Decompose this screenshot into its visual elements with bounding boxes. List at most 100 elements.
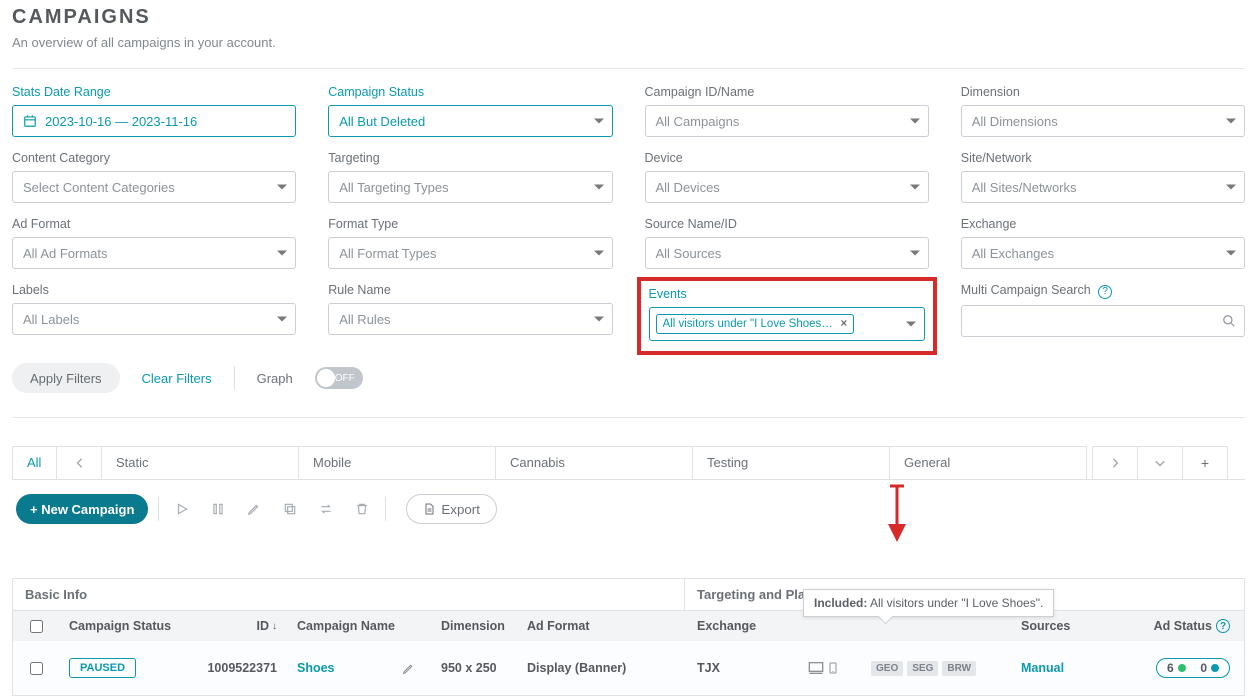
table-row[interactable]: PAUSED 1009522371 Shoes 950 x 250 Displa… — [13, 641, 1244, 695]
device-select[interactable]: All Devices — [645, 171, 929, 203]
filters-grid: Stats Date Range 2023-10-16 — 2023-11-16… — [12, 85, 1245, 345]
source-select[interactable]: All Sources — [645, 237, 929, 269]
divider — [12, 68, 1245, 69]
select-placeholder: All Labels — [23, 312, 79, 327]
filter-format-type: Format Type All Format Types — [328, 217, 612, 269]
new-campaign-button[interactable]: + New Campaign — [16, 494, 148, 524]
caret-down-icon — [594, 185, 604, 190]
format-type-select[interactable]: All Format Types — [328, 237, 612, 269]
select-placeholder: All Rules — [339, 312, 390, 327]
help-icon[interactable]: ? — [1098, 285, 1112, 299]
date-range-value: 2023-10-16 — 2023-11-16 — [45, 114, 197, 129]
events-select[interactable]: All visitors under "I Love Shoes" for RE… — [649, 307, 925, 341]
filter-label: Rule Name — [328, 283, 612, 297]
ad-format-select[interactable]: All Ad Formats — [12, 237, 296, 269]
status-badge: PAUSED — [69, 658, 136, 678]
campaign-id-select[interactable]: All Campaigns — [645, 105, 929, 137]
col-checkbox — [13, 611, 59, 641]
filter-label: Labels — [12, 283, 296, 297]
chip-remove-icon[interactable]: × — [841, 318, 848, 330]
annotation-arrow-icon — [882, 484, 912, 544]
edit-icon[interactable] — [395, 655, 421, 681]
filter-multi-search: Multi Campaign Search ? — [961, 283, 1245, 345]
filter-labels: Labels All Labels — [12, 283, 296, 345]
campaign-status-select[interactable]: All But Deleted — [328, 105, 612, 137]
tooltip-label: Included: — [814, 596, 867, 610]
filter-label: Campaign Status — [328, 85, 612, 99]
tab-all[interactable]: All — [12, 446, 58, 479]
copy-icon[interactable] — [277, 496, 303, 522]
chevron-right-icon — [1110, 458, 1120, 468]
labels-select[interactable]: All Labels — [12, 303, 296, 335]
dot-green-icon — [1178, 664, 1186, 672]
badge-geo: GEO — [871, 661, 903, 676]
content-category-select[interactable]: Select Content Categories — [12, 171, 296, 203]
pause-icon[interactable] — [205, 496, 231, 522]
filter-label: Campaign ID/Name — [645, 85, 929, 99]
row-id-cell: 1009522371 — [193, 653, 287, 683]
tab-mobile[interactable]: Mobile — [298, 446, 496, 479]
col-campaign-name[interactable]: Campaign Name — [287, 611, 431, 641]
search-icon[interactable] — [1222, 314, 1236, 328]
dimension-select[interactable]: All Dimensions — [961, 105, 1245, 137]
clear-filters-link[interactable]: Clear Filters — [142, 371, 212, 386]
rule-name-select[interactable]: All Rules — [328, 303, 612, 335]
date-range-selector[interactable]: 2023-10-16 — 2023-11-16 — [12, 105, 296, 137]
col-dimension[interactable]: Dimension — [431, 611, 517, 641]
col-ad-format[interactable]: Ad Format — [517, 611, 687, 641]
col-exchange[interactable]: Exchange — [687, 611, 797, 641]
adstatus-on-count: 6 — [1167, 661, 1174, 675]
caret-down-icon — [594, 251, 604, 256]
graph-toggle[interactable]: OFF — [315, 367, 363, 389]
tab-scroll-left[interactable] — [56, 446, 102, 479]
row-name-cell: Shoes — [287, 647, 431, 689]
tab-general[interactable]: General — [889, 446, 1087, 479]
exchange-select[interactable]: All Exchanges — [961, 237, 1245, 269]
select-placeholder: All Sites/Networks — [972, 180, 1077, 195]
caret-down-icon — [594, 317, 604, 322]
select-placeholder: All Format Types — [339, 246, 436, 261]
caret-down-icon — [277, 317, 287, 322]
filter-label: Multi Campaign Search ? — [961, 283, 1245, 299]
tab-add[interactable]: + — [1182, 446, 1228, 479]
tab-cannabis[interactable]: Cannabis — [495, 446, 693, 479]
tab-dropdown[interactable] — [1137, 446, 1183, 479]
tab-scroll-right[interactable] — [1092, 446, 1138, 479]
tab-testing[interactable]: Testing — [692, 446, 890, 479]
swap-icon[interactable] — [313, 496, 339, 522]
export-button[interactable]: Export — [406, 494, 497, 524]
row-sources-cell: Manual — [1011, 653, 1135, 683]
row-device-cell — [797, 652, 861, 684]
chevron-left-icon — [75, 458, 85, 468]
filter-source: Source Name/ID All Sources — [645, 217, 929, 269]
select-all-checkbox[interactable] — [30, 620, 43, 633]
select-placeholder: All Campaigns — [656, 114, 740, 129]
caret-down-icon — [1226, 119, 1236, 124]
trash-icon[interactable] — [349, 496, 375, 522]
toggle-knob-icon — [317, 369, 335, 387]
play-icon[interactable] — [169, 496, 195, 522]
filter-targeting: Targeting All Targeting Types — [328, 151, 612, 203]
group-header-basic: Basic Info — [13, 579, 685, 610]
row-checkbox[interactable] — [30, 662, 43, 675]
edit-icon[interactable] — [241, 496, 267, 522]
col-ad-status[interactable]: Ad Status? — [1135, 611, 1244, 641]
filter-campaign-id: Campaign ID/Name All Campaigns — [645, 85, 929, 137]
apply-filters-button[interactable]: Apply Filters — [12, 363, 120, 393]
row-format-cell: Display (Banner) — [517, 653, 687, 683]
toggle-text: OFF — [335, 373, 355, 384]
multi-search-input[interactable] — [970, 313, 1222, 328]
adstatus-pill[interactable]: 6 0 — [1156, 658, 1230, 678]
targeting-select[interactable]: All Targeting Types — [328, 171, 612, 203]
filter-date-range: Stats Date Range 2023-10-16 — 2023-11-16 — [12, 85, 296, 137]
site-network-select[interactable]: All Sites/Networks — [961, 171, 1245, 203]
select-placeholder: All Exchanges — [972, 246, 1054, 261]
caret-down-icon — [594, 119, 604, 124]
tab-static[interactable]: Static — [101, 446, 299, 479]
col-id[interactable]: ID↓ — [193, 611, 287, 641]
badge-brw: BRW — [942, 661, 976, 676]
help-icon[interactable]: ? — [1216, 619, 1230, 633]
campaign-name-link[interactable]: Shoes — [297, 661, 335, 675]
source-link[interactable]: Manual — [1021, 661, 1064, 675]
col-campaign-status[interactable]: Campaign Status — [59, 611, 193, 641]
